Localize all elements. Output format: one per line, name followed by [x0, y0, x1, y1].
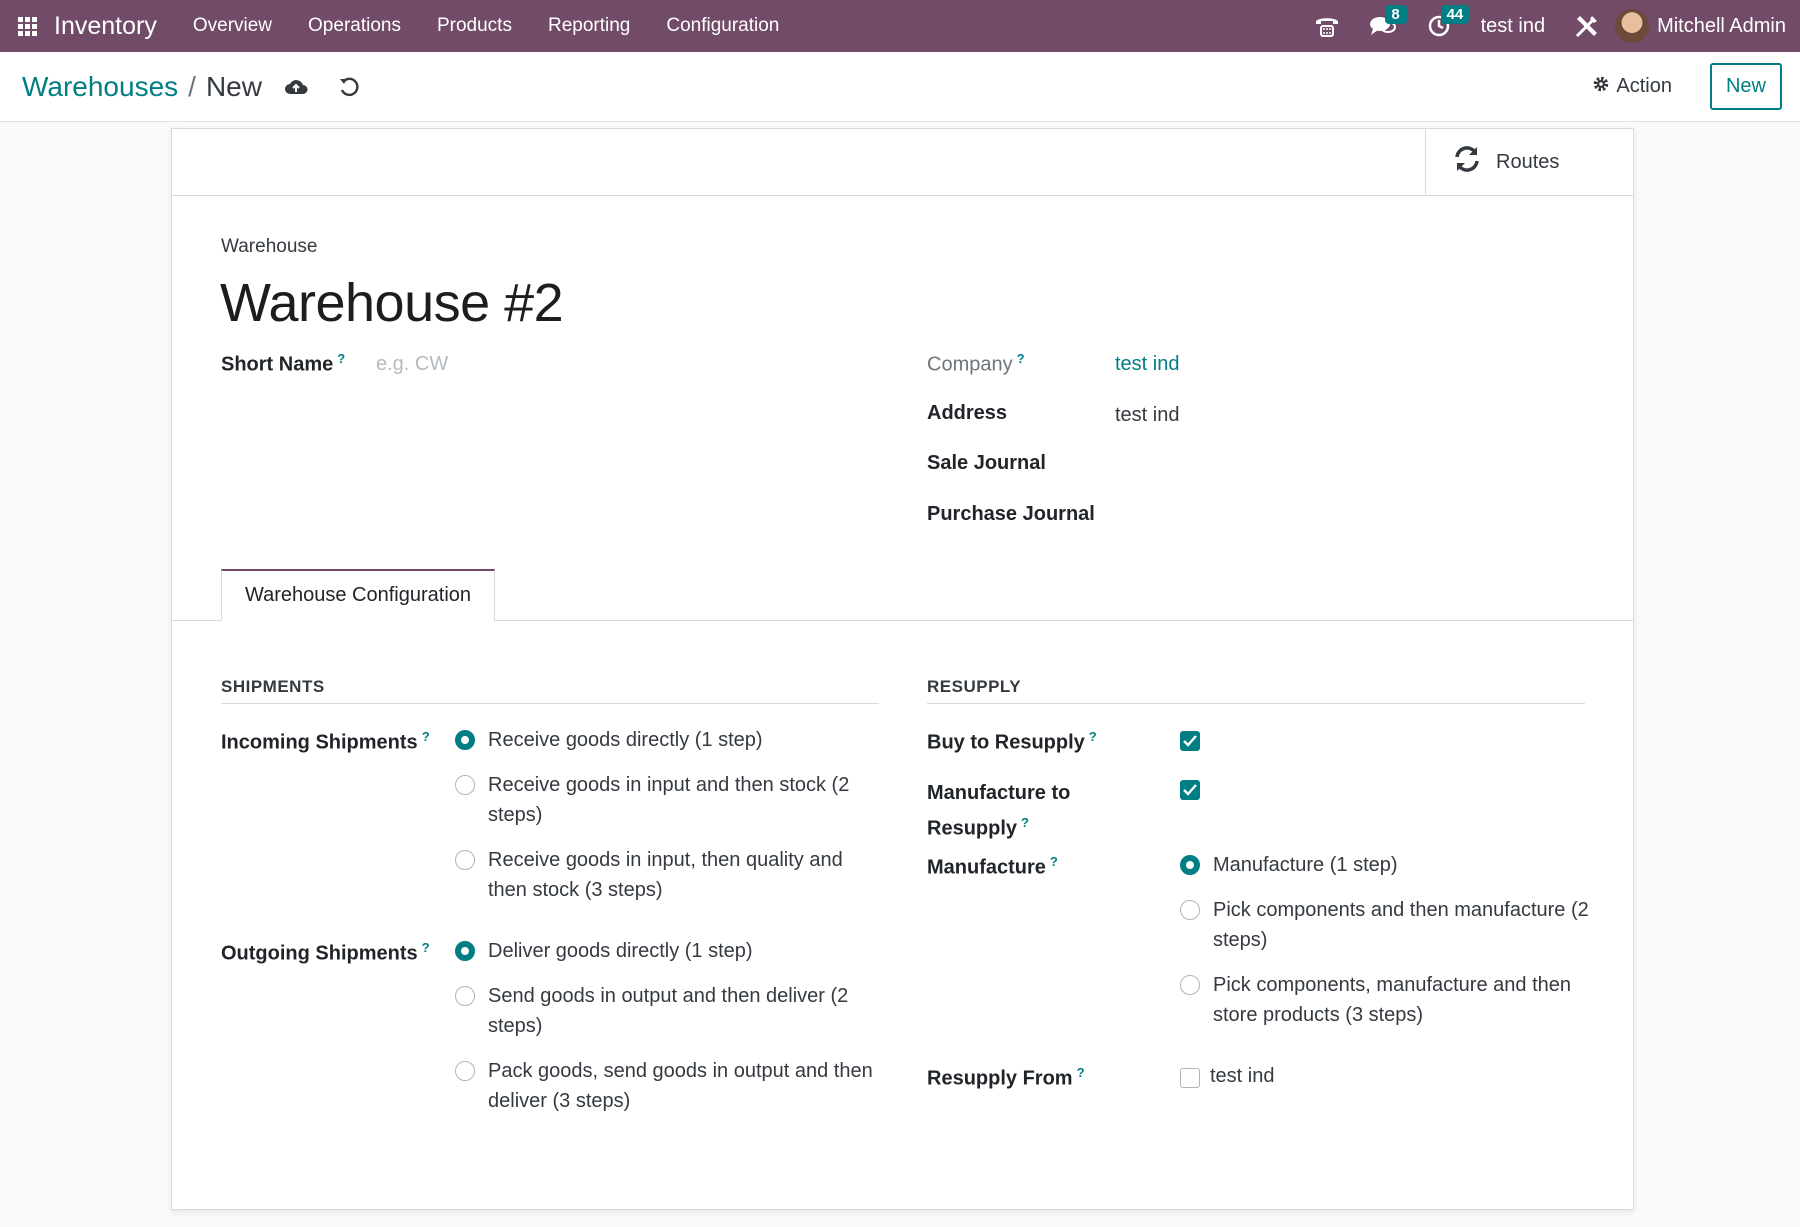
debug-tools-icon[interactable]: [1559, 0, 1615, 52]
manufacture-to-resupply-label: Manufacture to Resupply?: [927, 782, 1071, 840]
user-menu[interactable]: Mitchell Admin: [1615, 9, 1786, 43]
incoming-shipments-label: Incoming Shipments?: [221, 729, 430, 754]
user-name: Mitchell Admin: [1657, 14, 1786, 37]
radio-icon: [1180, 975, 1200, 995]
app-name[interactable]: Inventory: [54, 12, 175, 41]
messages-icon[interactable]: 8: [1355, 0, 1411, 52]
manufacture-label: Manufacture?: [927, 854, 1058, 879]
company-switcher[interactable]: test ind: [1467, 15, 1559, 38]
button-box: Routes: [172, 129, 1633, 196]
tab-warehouse-configuration[interactable]: Warehouse Configuration: [221, 569, 495, 621]
company-field[interactable]: test ind: [1115, 353, 1179, 376]
routes-label: Routes: [1496, 150, 1560, 173]
activities-clock-icon[interactable]: 44: [1411, 0, 1470, 52]
outgoing-option-2steps[interactable]: Send goods in output and then deliver (2…: [455, 981, 875, 1041]
company-help-icon[interactable]: ?: [1017, 351, 1025, 366]
control-panel: Warehouses / New Action New: [0, 52, 1800, 122]
user-avatar: [1615, 9, 1650, 43]
purchase-journal-label: Purchase Journal: [927, 503, 1095, 525]
short-name-input[interactable]: e.g. CW: [376, 353, 448, 376]
messages-count-badge: 8: [1384, 5, 1407, 24]
incoming-option-3steps[interactable]: Receive goods in input, then quality and…: [455, 845, 875, 905]
company-label: Company?: [927, 351, 1025, 376]
apps-menu-icon[interactable]: [0, 0, 54, 52]
radio-icon: [455, 1061, 475, 1081]
address-field[interactable]: test ind: [1115, 404, 1179, 427]
resupply-from-help-icon[interactable]: ?: [1077, 1065, 1085, 1080]
warehouse-name-field[interactable]: Warehouse #2: [220, 272, 564, 334]
outgoing-help-icon[interactable]: ?: [422, 940, 430, 955]
warehouse-title-label: Warehouse: [221, 236, 318, 257]
manufacture-option-1step[interactable]: Manufacture (1 step): [1180, 850, 1590, 880]
action-label: Action: [1616, 75, 1672, 97]
resupply-from-label: Resupply From?: [927, 1065, 1085, 1090]
breadcrumb-warehouses-link[interactable]: Warehouses: [22, 71, 178, 103]
phone-icon[interactable]: [1299, 0, 1355, 52]
routes-smart-button[interactable]: Routes: [1425, 129, 1633, 195]
incoming-option-2steps[interactable]: Receive goods in input and then stock (2…: [455, 770, 875, 830]
gear-icon: [1592, 75, 1610, 99]
short-name-label: Short Name?: [221, 351, 346, 376]
radio-selected-icon: [1180, 855, 1200, 875]
breadcrumb: Warehouses / New: [22, 71, 262, 103]
menu-operations[interactable]: Operations: [290, 0, 419, 52]
refresh-routes-icon: [1452, 144, 1482, 180]
action-menu-button[interactable]: Action: [1592, 75, 1672, 99]
resupply-from-checkbox[interactable]: [1180, 1068, 1200, 1088]
radio-icon: [455, 986, 475, 1006]
radio-icon: [455, 775, 475, 795]
manufacture-to-resupply-checkbox[interactable]: [1180, 780, 1200, 800]
resupply-from-option-label: test ind: [1210, 1065, 1275, 1087]
menu-overview[interactable]: Overview: [175, 0, 290, 52]
breadcrumb-separator: /: [188, 70, 196, 102]
save-cloud-icon[interactable]: [284, 77, 308, 97]
incoming-option-1step[interactable]: Receive goods directly (1 step): [455, 725, 875, 755]
radio-icon: [1180, 900, 1200, 920]
menu-products[interactable]: Products: [419, 0, 530, 52]
buy-help-icon[interactable]: ?: [1089, 729, 1097, 744]
radio-icon: [455, 850, 475, 870]
manufacture-option-3steps[interactable]: Pick components, manufacture and then st…: [1180, 970, 1590, 1030]
menu-configuration[interactable]: Configuration: [648, 0, 797, 52]
sale-journal-label: Sale Journal: [927, 452, 1046, 474]
menu-reporting[interactable]: Reporting: [530, 0, 648, 52]
outgoing-option-3steps[interactable]: Pack goods, send goods in output and the…: [455, 1056, 875, 1116]
new-button[interactable]: New: [1709, 63, 1782, 110]
breadcrumb-current: New: [205, 70, 262, 102]
radio-selected-icon: [455, 941, 475, 961]
radio-selected-icon: [455, 730, 475, 750]
outgoing-option-1step[interactable]: Deliver goods directly (1 step): [455, 936, 875, 966]
discard-undo-icon[interactable]: [338, 76, 360, 98]
buy-to-resupply-label: Buy to Resupply?: [927, 729, 1097, 754]
top-navbar: Inventory Overview Operations Products R…: [0, 0, 1800, 52]
activities-count-badge: 44: [1440, 5, 1470, 24]
checkmark-icon: [1183, 735, 1197, 747]
manufacture-option-2steps[interactable]: Pick components and then manufacture (2 …: [1180, 895, 1590, 955]
resupply-section-title: RESUPPLY: [927, 677, 1585, 704]
short-name-help-icon[interactable]: ?: [337, 351, 345, 366]
form-sheet: Routes Warehouse Warehouse #2 Short Name…: [171, 128, 1634, 1210]
incoming-help-icon[interactable]: ?: [422, 729, 430, 744]
manufacture-help-icon[interactable]: ?: [1050, 854, 1058, 869]
manufacture-to-help-icon[interactable]: ?: [1021, 815, 1029, 830]
shipments-section-title: SHIPMENTS: [221, 677, 879, 704]
address-label: Address: [927, 402, 1008, 424]
buy-to-resupply-checkbox[interactable]: [1180, 731, 1200, 751]
outgoing-shipments-label: Outgoing Shipments?: [221, 940, 430, 965]
checkmark-icon: [1183, 784, 1197, 796]
